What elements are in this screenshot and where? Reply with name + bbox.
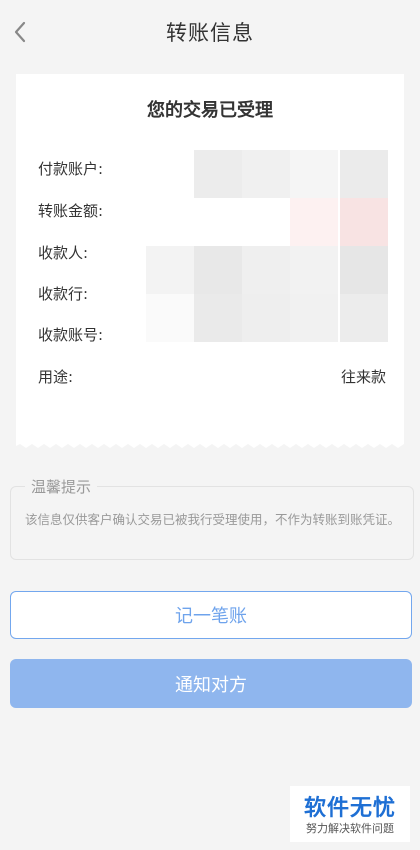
watermark-main-text: 软件无忧 [303,796,396,821]
payer-account-label: 付款账户: [38,160,104,178]
page-title: 转账信息 [166,21,254,45]
transfer-amount-label: 转账金额: [38,202,104,220]
back-button[interactable] [6,18,34,46]
site-watermark-logo: 软件无忧 努力解决软件问题 [290,786,410,842]
receipt-torn-edge [16,440,404,448]
tip-text: 该信息仅供客户确认交易已被我行受理使用，不作为转账到账凭证。 [25,512,401,527]
purpose-value: 往来款 [340,368,386,386]
tip-title: 温馨提示 [25,476,98,497]
payee-label: 收款人: [38,244,89,262]
pixelated-redaction [146,150,388,345]
top-bar: 转账信息 [0,0,420,64]
payee-bank-label: 收款行: [38,285,89,303]
notify-recipient-button[interactable]: 通知对方 [10,659,412,708]
chevron-left-icon [14,21,26,43]
payee-account-label: 收款账号: [38,326,104,344]
record-account-button[interactable]: 记一笔账 [10,591,412,639]
transaction-receipt-card: 您的交易已受理 付款账户: 转账金额: 收款人: 收款行: 收款账号: 用途: … [16,74,404,448]
warm-tip-box: 温馨提示 该信息仅供客户确认交易已被我行受理使用，不作为转账到账凭证。 [10,476,414,560]
watermark-sub-text: 努力解决软件问题 [306,822,394,835]
receipt-title: 您的交易已受理 [147,100,273,121]
purpose-label: 用途: [38,368,74,386]
